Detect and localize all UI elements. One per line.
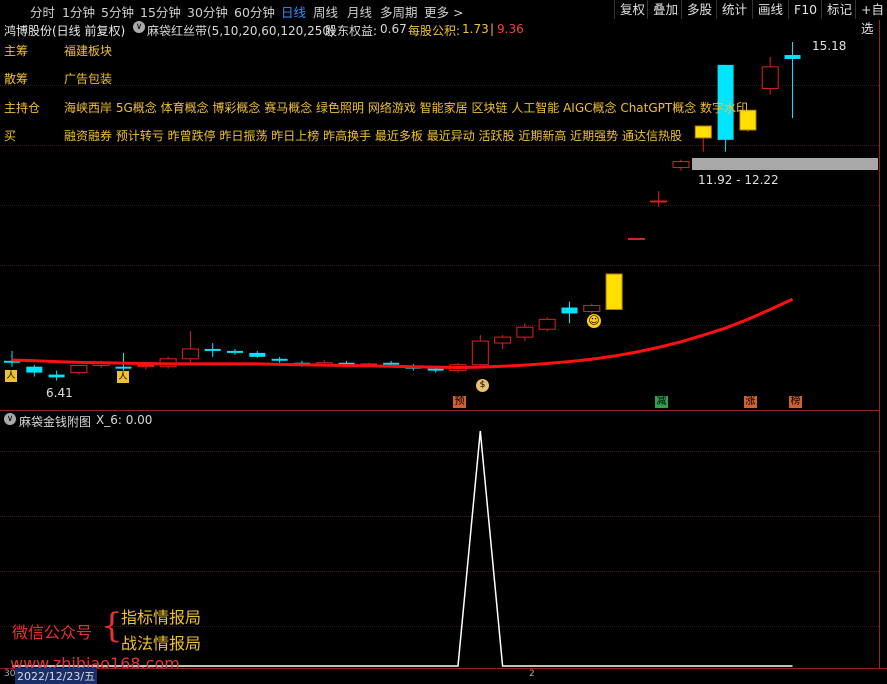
date-axis: 30 2022/12/23/五 2 — [0, 668, 887, 684]
stats-button[interactable]: 统计 — [716, 0, 752, 19]
candle-body — [249, 352, 266, 357]
candle-body — [538, 318, 556, 330]
reserve-label: 每股公积: — [408, 24, 461, 38]
candle-body — [48, 374, 65, 378]
tab-more[interactable]: 更多 > — [424, 2, 463, 21]
resistance-bar — [692, 158, 878, 170]
tag-key-buy: 买 — [4, 129, 17, 143]
candlestick-chart — [4, 42, 801, 381]
person-icon: 人 — [5, 370, 17, 382]
sub-indicator-name[interactable]: 麻袋金钱附图 — [19, 413, 91, 430]
tab-1min[interactable]: 1分钟 — [62, 2, 95, 21]
money-bag-icon: $ — [476, 379, 489, 392]
separator-icon: | — [490, 22, 495, 36]
marker-zhang: 涨 — [744, 396, 757, 408]
equity-value: 0.67 — [380, 22, 407, 36]
tab-60min[interactable]: 60分钟 — [234, 2, 275, 21]
smiley-icon: ☺ — [587, 314, 601, 328]
watermark-line1: 指标情报局 — [121, 608, 202, 627]
info-row: 鸿博股份(日线 前复权) ∨ 麻袋红丝带(5,10,20,60,120,250)… — [0, 21, 887, 39]
tag-value-holding: 海峡西岸 5G概念 体育概念 博彩概念 赛马概念 绿色照明 网络游戏 智能家居 … — [64, 101, 749, 115]
candle-body — [137, 365, 155, 368]
candle-body — [181, 348, 199, 360]
candle-body — [26, 366, 43, 373]
main-chart-panel[interactable] — [0, 20, 879, 410]
tab-monthly[interactable]: 月线 — [347, 2, 372, 21]
tab-weekly[interactable]: 周线 — [313, 2, 338, 21]
reserve-extra: 9.36 — [497, 22, 524, 36]
tab-daily[interactable]: 日线 — [281, 2, 306, 21]
tab-multi-period[interactable]: 多周期 — [380, 2, 418, 21]
tab-fenshi[interactable]: 分时 — [30, 2, 55, 21]
multi-stock-button[interactable]: 多股 — [681, 0, 717, 19]
sub-indicator-value: X_6: 0.00 — [96, 413, 153, 427]
range-label: 11.92 - 12.22 — [698, 173, 779, 187]
candle-body — [494, 336, 512, 344]
bottom-tick-left: 30 — [4, 669, 16, 679]
watermark-line2: 战法情报局 — [121, 634, 202, 653]
tag-value-scatter: 广告包装 — [64, 72, 113, 86]
price-high-label: 15.18 — [812, 39, 847, 53]
candle-body — [627, 237, 645, 240]
candle-body — [115, 366, 132, 369]
add-watchlist-button[interactable]: +自选 — [855, 0, 887, 36]
mark-button[interactable]: 标记 — [821, 0, 857, 19]
chevron-down-icon[interactable]: ∨ — [133, 21, 145, 33]
reserve-value: 1.73 — [462, 22, 489, 36]
fuquan-button[interactable]: 复权 — [614, 0, 650, 19]
tag-key-scatter: 散筹 — [4, 72, 29, 86]
date-label: 2022/12/23/五 — [15, 668, 98, 684]
candle-body — [271, 358, 288, 361]
candle-body — [561, 307, 578, 314]
marker-yu: 预 — [453, 396, 466, 408]
stock-title: 鸿博股份(日线 前复权) — [4, 24, 126, 38]
candle-body — [427, 368, 444, 371]
equity-label: 股东权益: — [325, 24, 378, 38]
tab-5min[interactable]: 5分钟 — [101, 2, 134, 21]
ma-line — [11, 297, 794, 369]
candle-body — [761, 66, 779, 90]
marker-jian: 减 — [655, 396, 668, 408]
candle-body — [227, 350, 243, 353]
candle-body — [516, 326, 534, 338]
overlay-button[interactable]: 叠加 — [647, 0, 683, 19]
period-tab-bar: 分时 1分钟 5分钟 15分钟 30分钟 60分钟 日线 周线 月线 多周期 更… — [0, 0, 887, 36]
tag-key-holding: 主持仓 — [4, 101, 41, 115]
marker-bang: 榜 — [789, 396, 802, 408]
candle-body — [383, 362, 400, 365]
candle-body — [650, 200, 668, 203]
chevron-down-icon[interactable]: ∨ — [4, 413, 16, 425]
tag-value-buy: 融资融券 预计转亏 昨曾跌停 昨日振荡 昨日上榜 昨高换手 最近多板 最近异动 … — [64, 129, 682, 143]
right-axis — [879, 20, 887, 668]
watermark-brace: { — [101, 606, 123, 646]
candle-body — [605, 273, 623, 310]
candle-body — [70, 365, 88, 374]
candle-body — [471, 340, 489, 366]
candle-body — [672, 161, 690, 168]
candle-body — [204, 348, 221, 351]
tag-value-main: 福建板块 — [64, 44, 113, 58]
watermark-prefix: 微信公众号 — [12, 623, 93, 642]
f10-button[interactable]: F10 — [788, 0, 822, 19]
candle-body — [583, 305, 601, 312]
tab-15min[interactable]: 15分钟 — [140, 2, 181, 21]
person-icon: 人 — [117, 371, 129, 383]
tag-key-main: 主筹 — [4, 44, 29, 58]
bottom-tick-mid: 2 — [529, 669, 535, 679]
indicator-name[interactable]: 麻袋红丝带(5,10,20,60,120,250) — [147, 22, 335, 39]
draw-line-button[interactable]: 画线 — [752, 0, 788, 19]
tab-30min[interactable]: 30分钟 — [187, 2, 228, 21]
candle-body — [784, 55, 801, 59]
price-low-label: 6.41 — [46, 386, 73, 400]
candle-body — [694, 125, 712, 139]
